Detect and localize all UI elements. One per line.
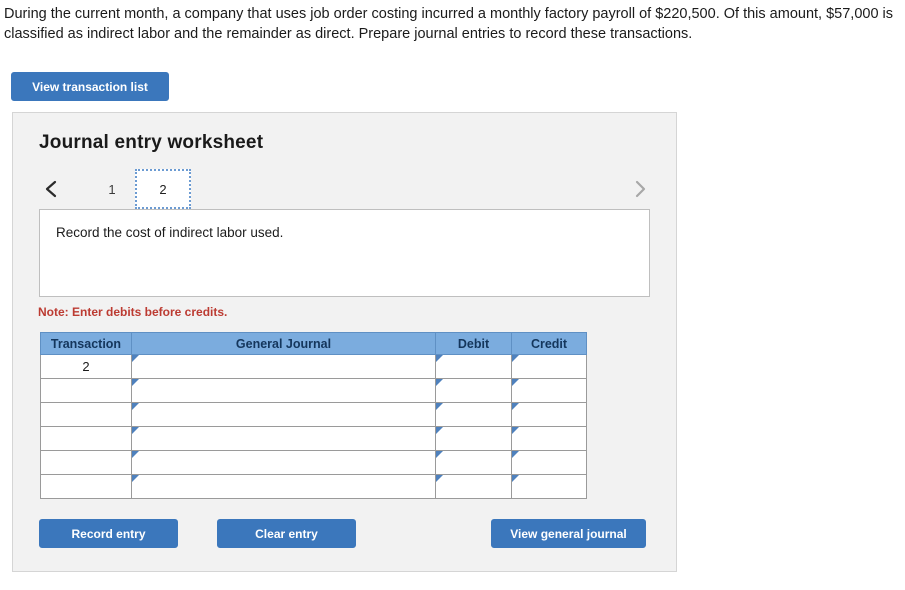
table-row: 2	[40, 354, 587, 379]
view-general-journal-button[interactable]: View general journal	[491, 519, 646, 548]
credit-input[interactable]	[512, 403, 586, 426]
debit-input[interactable]	[436, 451, 511, 474]
debit-input[interactable]	[436, 355, 511, 378]
chevron-right-icon	[633, 179, 647, 204]
credit-input[interactable]	[512, 427, 586, 450]
column-header-transaction: Transaction	[40, 332, 132, 355]
general-journal-input-cell[interactable]	[131, 426, 436, 451]
table-header-row: Transaction General Journal Debit Credit	[40, 332, 587, 355]
chevron-left-icon	[44, 179, 58, 204]
debit-input-cell[interactable]	[435, 378, 512, 403]
worksheet-tab-1[interactable]: 1	[97, 169, 127, 209]
debit-input[interactable]	[436, 403, 511, 426]
general-journal-input-cell[interactable]	[131, 354, 436, 379]
transaction-number-cell	[40, 474, 132, 499]
credit-input-cell[interactable]	[511, 378, 587, 403]
journal-entry-worksheet-panel: Journal entry worksheet 1 2 Record the c…	[12, 112, 677, 572]
general-journal-input-cell[interactable]	[131, 402, 436, 427]
general-journal-input[interactable]	[132, 403, 435, 426]
general-journal-input-cell[interactable]	[131, 378, 436, 403]
debit-input[interactable]	[436, 427, 511, 450]
transaction-number-cell	[40, 378, 132, 403]
general-journal-input-cell[interactable]	[131, 450, 436, 475]
column-header-credit: Credit	[511, 332, 587, 355]
credit-input[interactable]	[512, 451, 586, 474]
debit-input-cell[interactable]	[435, 474, 512, 499]
debit-input-cell[interactable]	[435, 354, 512, 379]
table-row	[40, 474, 587, 499]
instruction-text: Record the cost of indirect labor used.	[56, 225, 284, 240]
worksheet-tab-2[interactable]: 2	[135, 169, 191, 209]
transaction-number-cell	[40, 450, 132, 475]
credit-input-cell[interactable]	[511, 402, 587, 427]
table-row	[40, 426, 587, 451]
column-header-debit: Debit	[435, 332, 512, 355]
credit-input-cell[interactable]	[511, 426, 587, 451]
debits-before-credits-note: Note: Enter debits before credits.	[38, 305, 228, 319]
credit-input[interactable]	[512, 355, 586, 378]
column-header-general-journal: General Journal	[131, 332, 436, 355]
general-journal-input[interactable]	[132, 379, 435, 402]
problem-statement: During the current month, a company that…	[4, 6, 894, 42]
credit-input-cell[interactable]	[511, 474, 587, 499]
prev-page-button[interactable]	[37, 177, 65, 205]
debit-input-cell[interactable]	[435, 426, 512, 451]
general-journal-input-cell[interactable]	[131, 474, 436, 499]
transaction-number-cell	[40, 426, 132, 451]
journal-entry-table: Transaction General Journal Debit Credit…	[40, 332, 587, 499]
debit-input[interactable]	[436, 475, 511, 498]
clear-entry-button[interactable]: Clear entry	[217, 519, 356, 548]
general-journal-input[interactable]	[132, 475, 435, 498]
next-page-button[interactable]	[626, 177, 654, 205]
credit-input-cell[interactable]	[511, 450, 587, 475]
general-journal-input[interactable]	[132, 355, 435, 378]
general-journal-input[interactable]	[132, 427, 435, 450]
debit-input-cell[interactable]	[435, 450, 512, 475]
transaction-number-cell	[40, 402, 132, 427]
instruction-box: Record the cost of indirect labor used.	[39, 209, 650, 297]
credit-input-cell[interactable]	[511, 354, 587, 379]
table-row	[40, 378, 587, 403]
transaction-number-cell: 2	[40, 354, 132, 379]
credit-input[interactable]	[512, 379, 586, 402]
debit-input[interactable]	[436, 379, 511, 402]
view-transaction-list-button[interactable]: View transaction list	[11, 72, 169, 101]
table-row	[40, 450, 587, 475]
debit-input-cell[interactable]	[435, 402, 512, 427]
general-journal-input[interactable]	[132, 451, 435, 474]
credit-input[interactable]	[512, 475, 586, 498]
record-entry-button[interactable]: Record entry	[39, 519, 178, 548]
table-row	[40, 402, 587, 427]
page-title: Journal entry worksheet	[39, 132, 264, 153]
